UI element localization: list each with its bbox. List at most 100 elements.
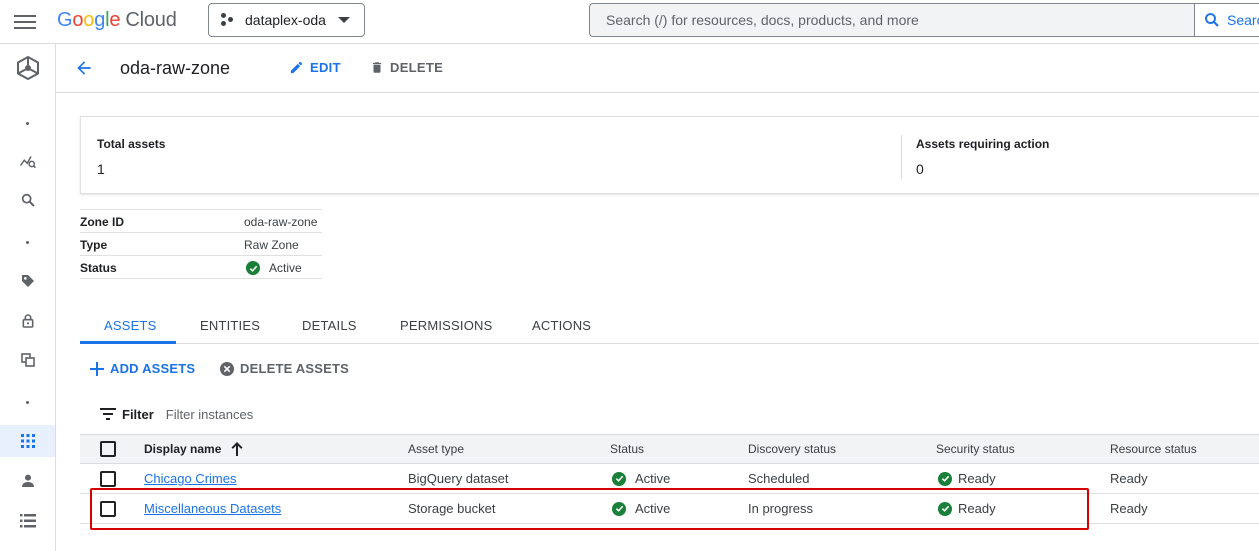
col-display-name-label: Display name [144, 442, 222, 456]
check-circle-icon [612, 501, 626, 516]
caret-down-icon [338, 17, 350, 23]
analytics-icon[interactable] [0, 145, 55, 177]
asset-type-cell: BigQuery dataset [408, 471, 509, 486]
discovery-status-cell: In progress [748, 501, 814, 516]
search-button-label: Search [1227, 12, 1259, 28]
summary-divider [901, 135, 902, 179]
asset-name-link[interactable]: Miscellaneous Datasets [144, 501, 281, 516]
tag-icon[interactable] [0, 265, 55, 297]
search-nav-icon[interactable] [0, 184, 55, 216]
col-asset-type[interactable]: Asset type [408, 435, 464, 463]
lock-icon[interactable] [0, 305, 55, 337]
check-circle-icon [938, 471, 952, 486]
top-app-bar: Google Cloud dataplex-oda Search [0, 0, 1259, 44]
zone-id-value: oda-raw-zone [244, 215, 318, 229]
zone-details: Zone ID oda-raw-zone Type Raw Zone Statu… [80, 209, 322, 279]
menu-icon[interactable] [14, 12, 36, 30]
logo-google-text: Google [57, 9, 121, 31]
person-icon[interactable] [0, 465, 55, 497]
tab-permissions[interactable]: PERMISSIONS [400, 318, 493, 333]
col-security-status[interactable]: Security status [936, 435, 1015, 463]
delete-button[interactable]: DELETE [370, 60, 443, 75]
kv-row-status: Status Active [80, 255, 322, 279]
col-status[interactable]: Status [610, 435, 644, 463]
check-circle-icon [938, 501, 952, 516]
status-text: Active [635, 501, 671, 516]
asset-name-link[interactable]: Chicago Crimes [144, 471, 236, 486]
table-header: Display name Asset type Status Discovery… [80, 434, 1259, 464]
list-icon[interactable] [0, 505, 55, 537]
add-assets-button[interactable]: ADD ASSETS [90, 361, 195, 376]
tab-assets[interactable]: ASSETS [104, 318, 157, 333]
asset-name-cell: Miscellaneous Datasets [144, 494, 281, 523]
resource-status-cell: Ready [1110, 471, 1148, 486]
arrow-up-icon [231, 442, 243, 456]
google-cloud-logo[interactable]: Google Cloud [57, 9, 177, 32]
discovery-status-cell: Scheduled [748, 471, 810, 486]
requiring-action-value: 0 [916, 161, 924, 177]
kv-row-zone-id: Zone ID oda-raw-zone [80, 209, 322, 233]
copy-icon[interactable] [0, 344, 55, 376]
project-picker[interactable]: dataplex-oda [208, 3, 365, 37]
requiring-action-label: Assets requiring action [916, 137, 1050, 151]
select-all-checkbox[interactable] [100, 441, 116, 457]
project-name: dataplex-oda [245, 12, 326, 28]
search-button[interactable]: Search [1194, 3, 1259, 37]
search-input[interactable] [606, 12, 1166, 28]
zone-id-key: Zone ID [80, 215, 124, 229]
delete-assets-button[interactable]: DELETE ASSETS [220, 361, 349, 376]
security-status-text: Ready [958, 471, 996, 486]
table-row[interactable]: Miscellaneous Datasets Storage bucket Ac… [80, 494, 1259, 524]
left-nav-rail [0, 44, 56, 551]
row-checkbox-cell [100, 464, 116, 493]
dataplex-product-icon[interactable] [0, 52, 55, 84]
status-cell: Active [612, 464, 670, 493]
tab-bar: ASSETS ENTITIES DETAILS PERMISSIONS ACTI… [80, 307, 1259, 344]
tab-actions[interactable]: ACTIONS [532, 318, 591, 333]
plus-icon [90, 361, 104, 376]
asset-name-cell: Chicago Crimes [144, 464, 236, 493]
security-status-cell: Ready [938, 464, 996, 493]
tab-details[interactable]: DETAILS [302, 318, 357, 333]
edit-button[interactable]: EDIT [289, 60, 341, 75]
delete-label: DELETE [390, 60, 444, 75]
back-arrow-icon[interactable] [74, 58, 94, 81]
col-resource-status[interactable]: Resource status [1110, 435, 1197, 463]
page-header: oda-raw-zone EDIT DELETE [56, 44, 1259, 93]
manage-grid-icon[interactable] [0, 425, 55, 457]
pencil-icon [290, 61, 303, 74]
type-value: Raw Zone [244, 238, 299, 252]
nav-dot[interactable] [0, 226, 55, 258]
row-checkbox-cell [100, 494, 116, 523]
row-checkbox[interactable] [100, 500, 116, 517]
nav-dot[interactable] [0, 386, 55, 418]
edit-label: EDIT [310, 60, 341, 75]
delete-assets-label: DELETE ASSETS [240, 361, 350, 376]
status-key: Status [80, 261, 117, 275]
filter-icon [100, 408, 116, 420]
project-icon [221, 13, 235, 27]
total-assets-label: Total assets [97, 137, 166, 151]
assets-table: Display name Asset type Status Discovery… [80, 434, 1259, 524]
type-key: Type [80, 238, 108, 252]
col-discovery-status[interactable]: Discovery status [748, 435, 836, 463]
trash-icon [372, 62, 382, 73]
status-cell: Active [612, 494, 670, 523]
check-circle-icon [246, 261, 260, 275]
active-tab-indicator [80, 341, 176, 344]
resource-status-cell: Ready [1110, 501, 1148, 516]
row-checkbox[interactable] [100, 470, 116, 487]
kv-row-type: Type Raw Zone [80, 232, 322, 256]
filter-input[interactable] [165, 406, 466, 422]
table-row[interactable]: Chicago Crimes BigQuery dataset Active S… [80, 464, 1259, 494]
tab-entities[interactable]: ENTITIES [200, 318, 260, 333]
add-assets-label: ADD ASSETS [110, 361, 196, 376]
check-circle-icon [612, 471, 626, 486]
search-icon [1205, 13, 1219, 27]
nav-dot[interactable] [0, 107, 55, 139]
col-display-name[interactable]: Display name [144, 435, 243, 463]
search-bar[interactable] [589, 3, 1195, 37]
filter-bar: Filter [80, 398, 1259, 430]
logo-cloud-text: Cloud [125, 9, 177, 31]
filter-label: Filter [122, 406, 154, 422]
